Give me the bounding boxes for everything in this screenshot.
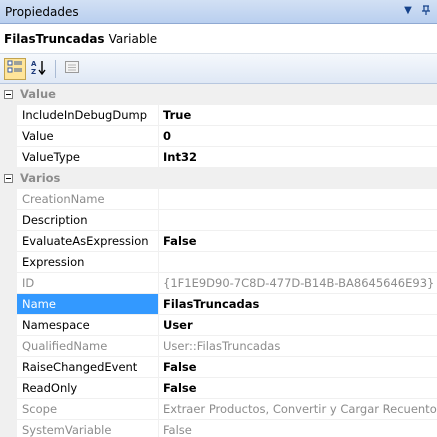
minus-icon	[4, 90, 13, 99]
property-name: Scope	[17, 399, 159, 420]
property-row[interactable]: ValueType Int32	[0, 147, 437, 168]
pin-icon[interactable]	[419, 4, 433, 18]
property-value[interactable]: False	[159, 378, 437, 399]
property-row[interactable]: QualifiedName User::FilasTruncadas	[0, 336, 437, 357]
property-value[interactable]	[159, 252, 437, 273]
property-value[interactable]: False	[159, 357, 437, 378]
property-name: SystemVariable	[17, 420, 159, 437]
property-name: QualifiedName	[17, 336, 159, 357]
alphabetical-button[interactable]: A Z	[28, 58, 50, 80]
categorized-icon	[7, 59, 23, 78]
collapse-toggle[interactable]	[0, 168, 17, 189]
property-value[interactable]: User::FilasTruncadas	[159, 336, 437, 357]
property-row[interactable]: IncludeInDebugDump True	[0, 105, 437, 126]
property-row[interactable]: EvaluateAsExpression False	[0, 231, 437, 252]
dropdown-arrow-icon[interactable]: ▼	[401, 4, 415, 18]
property-name: ReadOnly	[17, 378, 159, 399]
property-value[interactable]: Int32	[159, 147, 437, 168]
property-pages-button[interactable]	[61, 58, 83, 80]
property-value[interactable]	[159, 189, 437, 210]
property-row[interactable]: Expression	[0, 252, 437, 273]
property-value[interactable]: FilasTruncadas	[159, 294, 437, 315]
property-name: Description	[17, 210, 159, 231]
property-row[interactable]: Description	[0, 210, 437, 231]
object-name: FilasTruncadas	[4, 31, 105, 46]
property-row[interactable]: ID {1F1E9D90-7C8D-477D-B14B-BA8645646E93…	[0, 273, 437, 294]
property-row-selected[interactable]: Name FilasTruncadas	[0, 294, 437, 315]
toolbar-separator	[55, 59, 56, 78]
object-selector[interactable]: FilasTruncadas Variable	[0, 24, 437, 54]
collapse-toggle[interactable]	[0, 84, 17, 105]
property-name: Expression	[17, 252, 159, 273]
property-value[interactable]: {1F1E9D90-7C8D-477D-B14B-BA8645646E93}	[159, 273, 437, 294]
property-grid: Value IncludeInDebugDump True Value 0 Va…	[0, 84, 437, 437]
category-value[interactable]: Value	[0, 84, 437, 105]
property-name: Value	[17, 126, 159, 147]
properties-toolbar: A Z	[0, 54, 437, 84]
category-varios[interactable]: Varios	[0, 168, 437, 189]
property-row[interactable]: Scope Extraer Productos, Convertir y Car…	[0, 399, 437, 420]
property-value[interactable]: 0	[159, 126, 437, 147]
property-row[interactable]: RaiseChangedEvent False	[0, 357, 437, 378]
object-type: Variable	[108, 31, 158, 46]
category-label: Value	[20, 87, 56, 101]
svg-text:Z: Z	[31, 68, 36, 75]
alphabetical-icon: A Z	[30, 59, 48, 78]
property-value[interactable]: True	[159, 105, 437, 126]
categorized-button[interactable]	[4, 57, 26, 80]
property-value[interactable]: False	[159, 231, 437, 252]
category-label: Varios	[20, 171, 61, 185]
property-value[interactable]: False	[159, 420, 437, 437]
property-row[interactable]: ReadOnly False	[0, 378, 437, 399]
property-name: ValueType	[17, 147, 159, 168]
property-name: CreationName	[17, 189, 159, 210]
property-name: Name	[17, 294, 159, 315]
svg-text:A: A	[31, 60, 37, 68]
property-name: EvaluateAsExpression	[17, 231, 159, 252]
property-row[interactable]: SystemVariable False	[0, 420, 437, 437]
property-value[interactable]: Extraer Productos, Convertir y Cargar Re…	[159, 399, 437, 420]
property-row[interactable]: CreationName	[0, 189, 437, 210]
property-name: IncludeInDebugDump	[17, 105, 159, 126]
panel-title: Propiedades	[5, 4, 79, 19]
minus-icon	[4, 174, 13, 183]
property-row[interactable]: Namespace User	[0, 315, 437, 336]
property-name: ID	[17, 273, 159, 294]
property-pages-icon	[64, 59, 80, 78]
property-value[interactable]: User	[159, 315, 437, 336]
properties-title-bar: Propiedades ▼	[0, 0, 437, 24]
property-name: RaiseChangedEvent	[17, 357, 159, 378]
property-row[interactable]: Value 0	[0, 126, 437, 147]
property-value[interactable]	[159, 210, 437, 231]
property-name: Namespace	[17, 315, 159, 336]
